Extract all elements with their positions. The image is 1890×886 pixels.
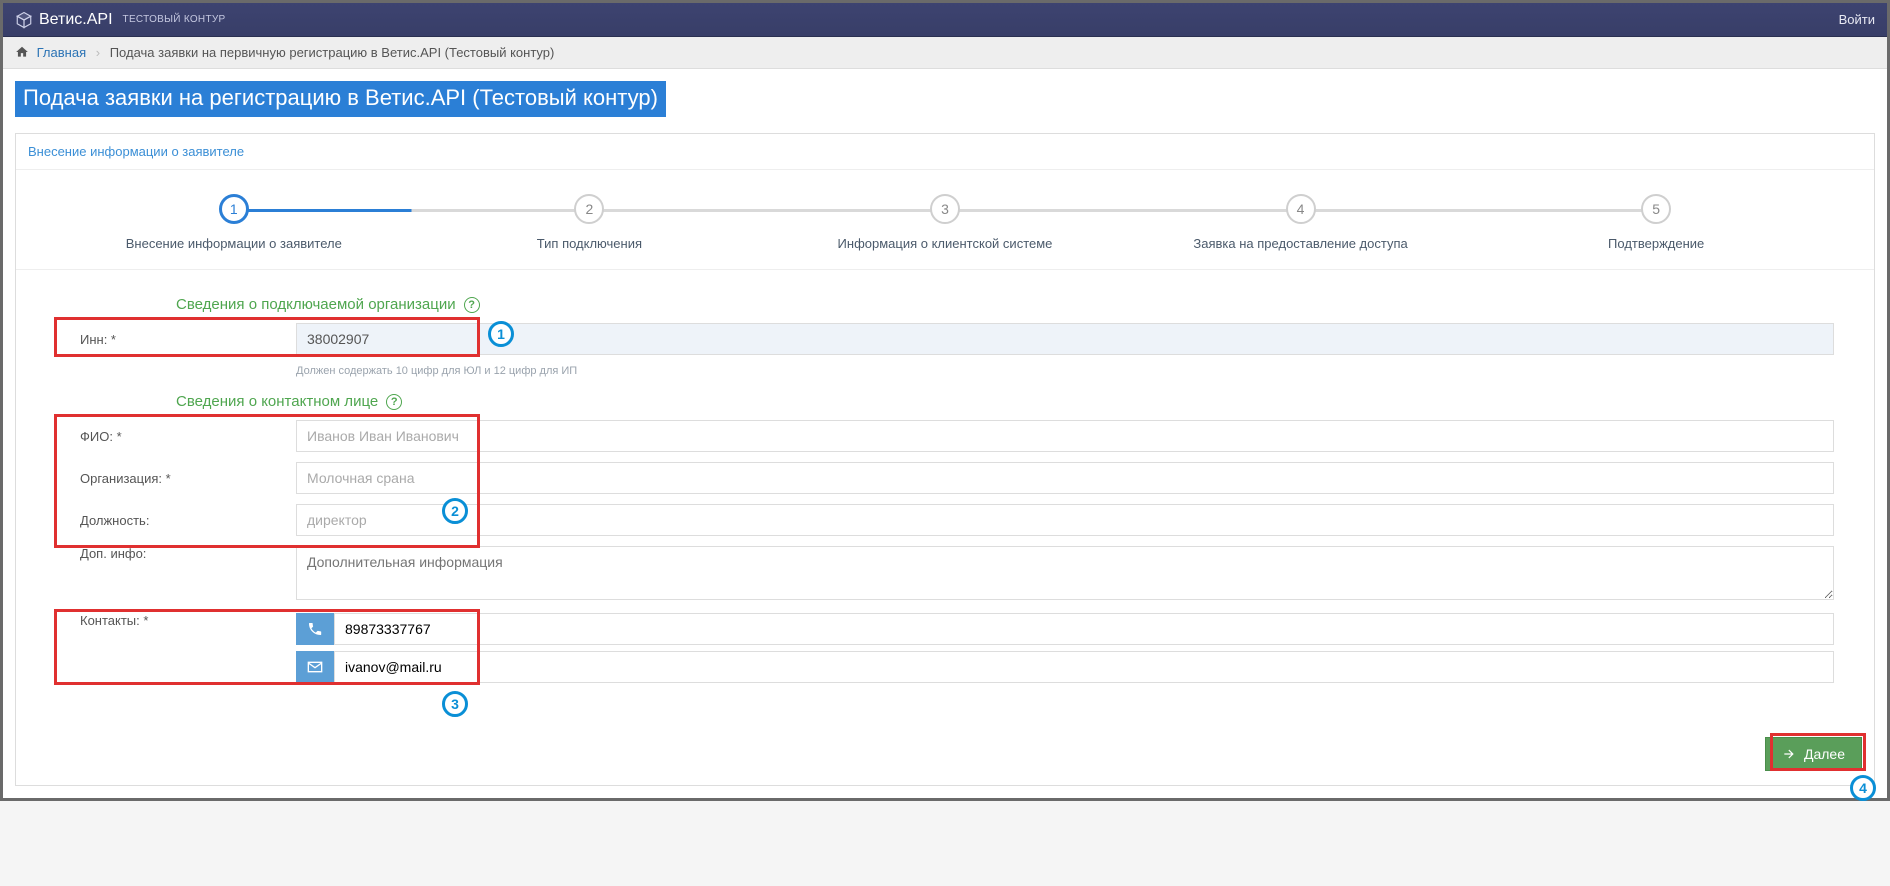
step-circle: 1 — [219, 194, 249, 224]
step-circle: 5 — [1641, 194, 1671, 224]
step-2[interactable]: 2 Тип подключения — [412, 194, 768, 251]
section-contact-label: Сведения о контактном лице — [176, 393, 378, 410]
section-org-title: Сведения о подключаемой организации ? — [176, 296, 1834, 313]
breadcrumb-sep: › — [96, 45, 100, 60]
mail-icon — [296, 651, 334, 683]
contacts-label: Контакты: * — [56, 613, 296, 628]
step-3[interactable]: 3 Информация о клиентской системе — [767, 194, 1123, 251]
brand-name: Ветис.API — [39, 11, 113, 29]
form-panel: Внесение информации о заявителе 1 Внесен… — [15, 133, 1875, 786]
breadcrumb: Главная › Подача заявки на первичную рег… — [3, 37, 1887, 69]
step-circle: 3 — [930, 194, 960, 224]
step-4[interactable]: 4 Заявка на предоставление доступа — [1123, 194, 1479, 251]
help-icon[interactable]: ? — [386, 394, 402, 410]
org-input[interactable] — [296, 462, 1834, 494]
step-1[interactable]: 1 Внесение информации о заявителе — [56, 194, 412, 251]
step-label: Заявка на предоставление доступа — [1123, 236, 1479, 251]
cube-icon — [15, 11, 33, 29]
panel-header: Внесение информации о заявителе — [16, 134, 1874, 170]
phone-input[interactable] — [334, 613, 1834, 645]
home-icon — [15, 45, 29, 59]
position-label: Должность: — [56, 513, 296, 528]
inn-input[interactable] — [296, 323, 1834, 355]
email-input[interactable] — [334, 651, 1834, 683]
env-badge: ТЕСТОВЫЙ КОНТУР — [123, 14, 226, 25]
next-label: Далее — [1804, 746, 1845, 762]
step-circle: 2 — [574, 194, 604, 224]
next-button[interactable]: Далее — [1765, 737, 1862, 771]
annotation-num-3: 3 — [442, 691, 468, 717]
breadcrumb-current: Подача заявки на первичную регистрацию в… — [110, 45, 555, 60]
breadcrumb-home[interactable]: Главная — [37, 45, 86, 60]
phone-icon — [296, 613, 334, 645]
stepper: 1 Внесение информации о заявителе 2 Тип … — [16, 170, 1874, 270]
org-label: Организация: * — [56, 471, 296, 486]
help-icon[interactable]: ? — [464, 297, 480, 313]
extra-label: Доп. инфо: — [56, 546, 296, 561]
extra-textarea[interactable] — [296, 546, 1834, 600]
section-org-label: Сведения о подключаемой организации — [176, 296, 456, 313]
inn-hint: Должен содержать 10 цифр для ЮЛ и 12 циф… — [296, 365, 1834, 377]
step-label: Информация о клиентской системе — [767, 236, 1123, 251]
page-title: Подача заявки на регистрацию в Ветис.API… — [15, 81, 666, 117]
step-label: Подтверждение — [1478, 236, 1834, 251]
position-input[interactable] — [296, 504, 1834, 536]
arrow-right-icon — [1782, 747, 1796, 761]
login-link[interactable]: Войти — [1839, 12, 1875, 27]
section-contact-title: Сведения о контактном лице ? — [176, 393, 1834, 410]
step-label: Внесение информации о заявителе — [56, 236, 412, 251]
fio-label: ФИО: * — [56, 429, 296, 444]
step-5[interactable]: 5 Подтверждение — [1478, 194, 1834, 251]
inn-label: Инн: * — [56, 332, 296, 347]
step-label: Тип подключения — [412, 236, 768, 251]
fio-input[interactable] — [296, 420, 1834, 452]
step-circle: 4 — [1286, 194, 1316, 224]
app-header: Ветис.API ТЕСТОВЫЙ КОНТУР Войти — [3, 3, 1887, 37]
annotation-num-4: 4 — [1850, 775, 1876, 801]
